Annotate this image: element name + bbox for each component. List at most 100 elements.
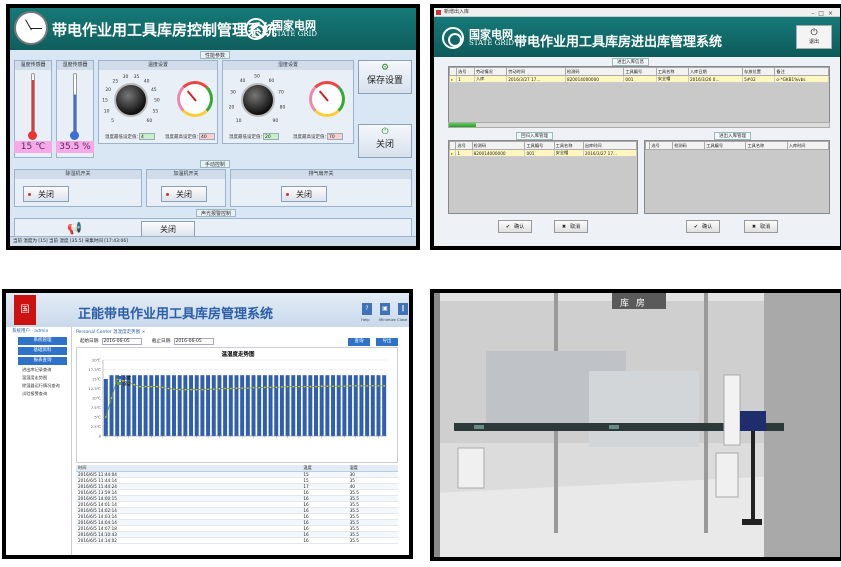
help-icon-label: Help [361, 317, 370, 322]
temp-low-input[interactable]: 4 [139, 133, 155, 140]
legend-swatch [117, 382, 121, 385]
grid-header-cell[interactable]: 入库时间 [786, 141, 830, 150]
right-confirm-button[interactable]: ✔ 确认 [686, 220, 720, 233]
hum-high-input[interactable]: 70 [327, 133, 343, 140]
humidity-sensor-label: 湿度传感器 [57, 61, 93, 70]
temp-setting-label: 温度设置 [99, 61, 217, 70]
inout-manage-grid[interactable]: 选号 检测码 工具编号 工具名称 入库时间 [644, 140, 830, 214]
grid-header-cell[interactable]: 工具编号 [623, 67, 657, 76]
inout-record-grid[interactable]: 选号 劳动情况 劳动时间 检测码 工具编号 工具名称 入库日期 存放位置 备注 ▸ 1 入库 2016/… [448, 66, 830, 128]
grid-header-cell[interactable]: 选号 [649, 141, 674, 150]
end-date-input[interactable]: 2016-06-05 [173, 338, 214, 345]
sidebar-item[interactable]: 温湿度走势图 [22, 375, 71, 381]
bar [217, 375, 222, 436]
grid-header-cell[interactable]: 入库日期 [687, 67, 744, 76]
bar [359, 375, 364, 436]
exhaust-switch[interactable]: 关闭 [281, 186, 327, 202]
line-point [173, 388, 175, 391]
grid-header-cell[interactable]: 选号 [455, 141, 473, 150]
temp-gauge [177, 81, 213, 117]
bar [166, 375, 171, 436]
temp-setting-knob[interactable] [114, 83, 148, 117]
grid-header-cell[interactable]: 劳动时间 [506, 67, 566, 76]
cancel-label: 取消 [570, 224, 581, 230]
grid-header-cell[interactable]: 检测码 [672, 141, 706, 150]
grid-cell: 2016/3/27 17... [506, 75, 566, 83]
line-point [184, 388, 187, 391]
grid-header-cell[interactable]: 工具编号 [704, 141, 747, 150]
bar [245, 375, 250, 436]
sidebar-item[interactable]: 进出库记录查询 [22, 367, 71, 373]
table-row[interactable]: ▸ 1 820014000000 001 安全帽 2016/3/27 17... [448, 149, 638, 157]
top-grid-caption: 进出入库信息 [612, 58, 649, 66]
exit-button[interactable]: ⏻ 退出 [796, 25, 832, 49]
chart-svg: 温湿度走势图 0 2.5℃ 5℃ 7.5℃ 10℃ 12.5℃ 15℃ 17.5℃ 20℃ 温度湿度 [88, 350, 387, 439]
alarm-box: 📢 关闭 [14, 218, 412, 238]
table-row[interactable]: 2016/6/5 14:14:02 16 35.5 [76, 537, 398, 544]
save-settings-label: 保存设置 [366, 76, 403, 86]
cross-icon: ✖ [751, 224, 757, 230]
grid-header-cell[interactable]: 存放位置 [742, 67, 776, 76]
grid-header-cell[interactable]: 工具名称 [745, 141, 788, 150]
start-date-input[interactable]: 2016-06-05 [101, 338, 142, 345]
humidity-setting-knob[interactable] [241, 83, 275, 117]
line-point [139, 385, 141, 388]
bar [200, 375, 205, 436]
exhaust-label: 排气扇开关 [231, 170, 411, 179]
grid-header-cell[interactable]: 备注 [774, 67, 829, 76]
end-date-field[interactable]: 截止日期: 2016-06-05 [152, 338, 214, 345]
grid-header-cell[interactable]: 劳动情况 [473, 67, 508, 76]
alarm-switch[interactable]: 关闭 [141, 221, 195, 237]
grid-cell: 安全帽 [553, 149, 584, 157]
minimize-icon[interactable]: ▣ [380, 303, 390, 315]
thermometer-red-bulb [28, 131, 37, 140]
grid-header-cell[interactable]: 检测码 [564, 67, 625, 76]
right-cancel-button[interactable]: ✖ 取消 [744, 220, 778, 233]
grid-header-cell[interactable]: 工具编号 [524, 141, 555, 150]
table-cell: 2016/6/5 14:14:02 [76, 537, 302, 544]
query-button[interactable]: 查询 [348, 338, 370, 346]
bar [279, 375, 284, 436]
dial-tick-label: 15 [102, 98, 108, 104]
bar [206, 375, 211, 436]
y-tick-label: 10℃ [92, 396, 101, 401]
table-row[interactable]: ▸ 1 入库 2016/3/27 17... 820014000000 001 安全帽 201… [448, 75, 829, 83]
grid-header-cell[interactable]: 出库时间 [582, 141, 638, 150]
sidebar-item[interactable]: 试验报警查询 [22, 391, 71, 397]
grid-header-cell[interactable]: 选号 [456, 67, 475, 76]
sidebar-item[interactable]: 除湿器运行情况查询 [22, 383, 71, 389]
heater-switch[interactable]: 关闭 [161, 186, 207, 202]
check-icon: ✔ [505, 224, 511, 230]
state-grid-emblem-icon [442, 27, 464, 49]
line-point [246, 387, 249, 390]
close-icon[interactable]: ‖ [398, 303, 408, 315]
dehumidifier-switch[interactable]: 关闭 [23, 186, 69, 202]
dial-tick-label: 60 [269, 78, 275, 84]
start-date-field[interactable]: 起始日期: 2016-06-05 [80, 338, 142, 345]
warehouse-photo-image [434, 293, 840, 557]
export-button[interactable]: 导出 [376, 338, 398, 346]
line-point [229, 387, 232, 390]
grid-header-cell[interactable]: 工具名称 [655, 67, 689, 76]
left-confirm-button[interactable]: ✔ 确认 [498, 220, 532, 233]
hum-low-input[interactable]: 20 [263, 133, 279, 140]
line-point [349, 384, 351, 387]
grid-header-cell[interactable]: 检测码 [471, 141, 526, 150]
return-grid[interactable]: 选号 检测码 工具编号 工具名称 出库时间 ▸ 1 820014000000 001 安全帽 201… [448, 140, 638, 214]
y-tick-label: 20℃ [92, 358, 101, 363]
record-table[interactable]: 时间 温度 湿度 2016/6/5 11:44:04 15 30 2016/6/5 11:4… [76, 465, 398, 544]
sidebar-item[interactable]: 基础资料 [18, 347, 67, 355]
close-control-button[interactable]: ⏻ 关闭 [358, 124, 412, 158]
temp-high-input[interactable]: 40 [199, 133, 215, 140]
save-settings-button[interactable]: ⚙ 保存设置 [358, 60, 412, 94]
breadcrumb[interactable]: Personal Center 温湿度走势图 × [76, 329, 145, 335]
energy-header: 国 正能带电作业用工具库房管理系统 ? Help ▣ Minimize ‖ Close [6, 293, 409, 327]
left-cancel-button[interactable]: ✖ 取消 [554, 220, 588, 233]
legend-swatch [117, 376, 121, 379]
row-pointer-icon: ▸ [448, 75, 458, 83]
help-icon[interactable]: ? [362, 303, 372, 315]
sidebar-item[interactable]: 系统管理 [18, 337, 67, 345]
sidebar-item[interactable]: 报表查询 [18, 357, 67, 365]
grid-header-cell[interactable]: 工具名称 [553, 141, 584, 150]
bar [103, 379, 108, 436]
